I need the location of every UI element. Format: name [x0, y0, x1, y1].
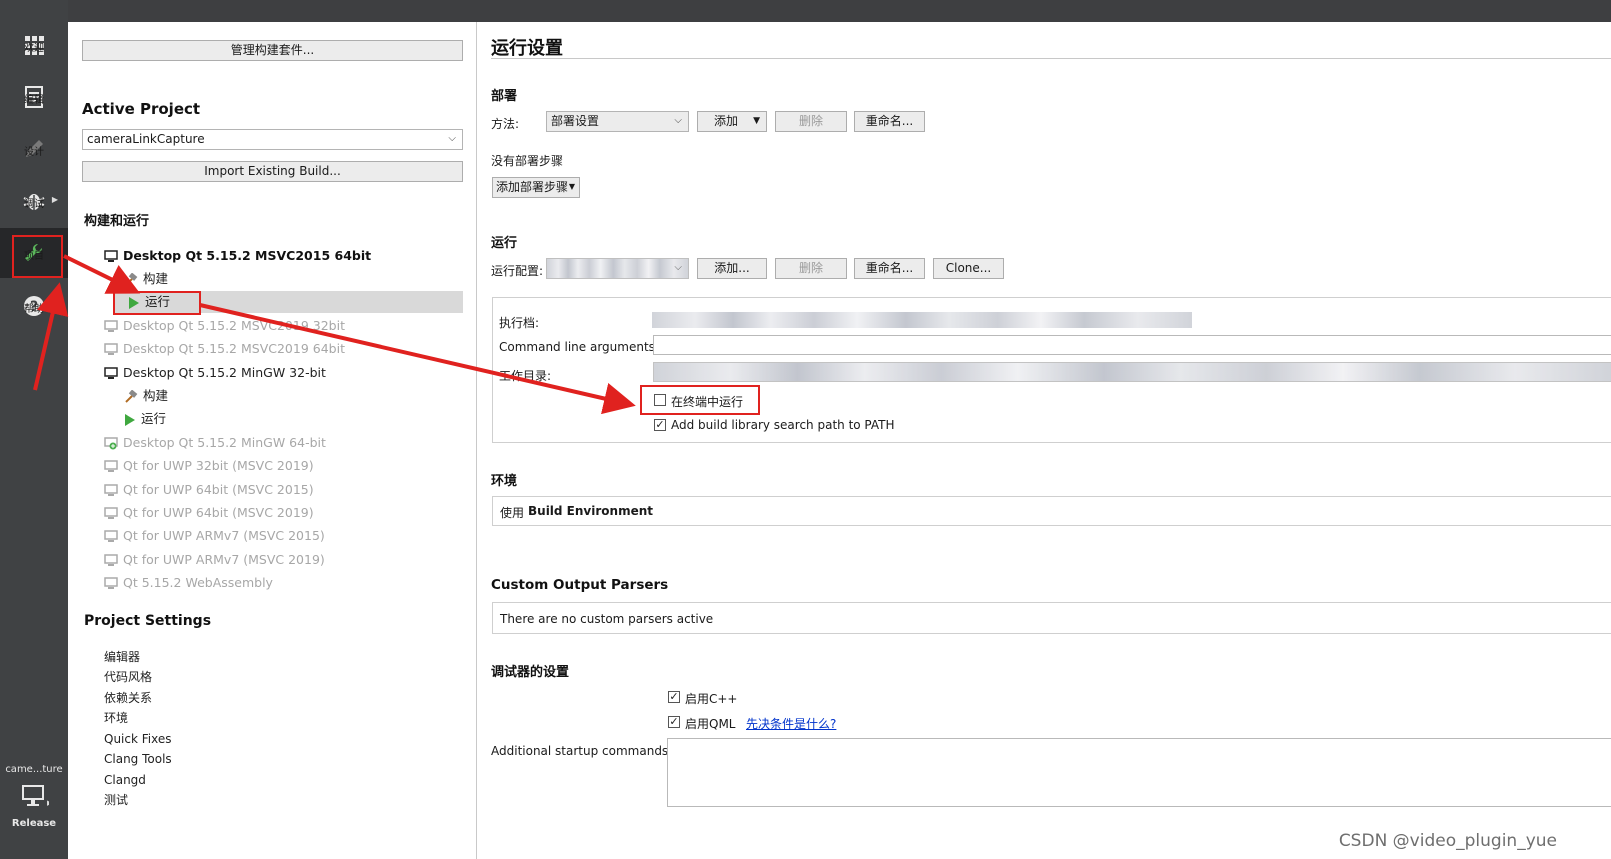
arrow-to-projects: [33, 282, 69, 391]
arrow-to-terminal: [199, 303, 636, 415]
arrow-to-run: [63, 254, 141, 294]
annotation-arrows: [33, 254, 636, 415]
